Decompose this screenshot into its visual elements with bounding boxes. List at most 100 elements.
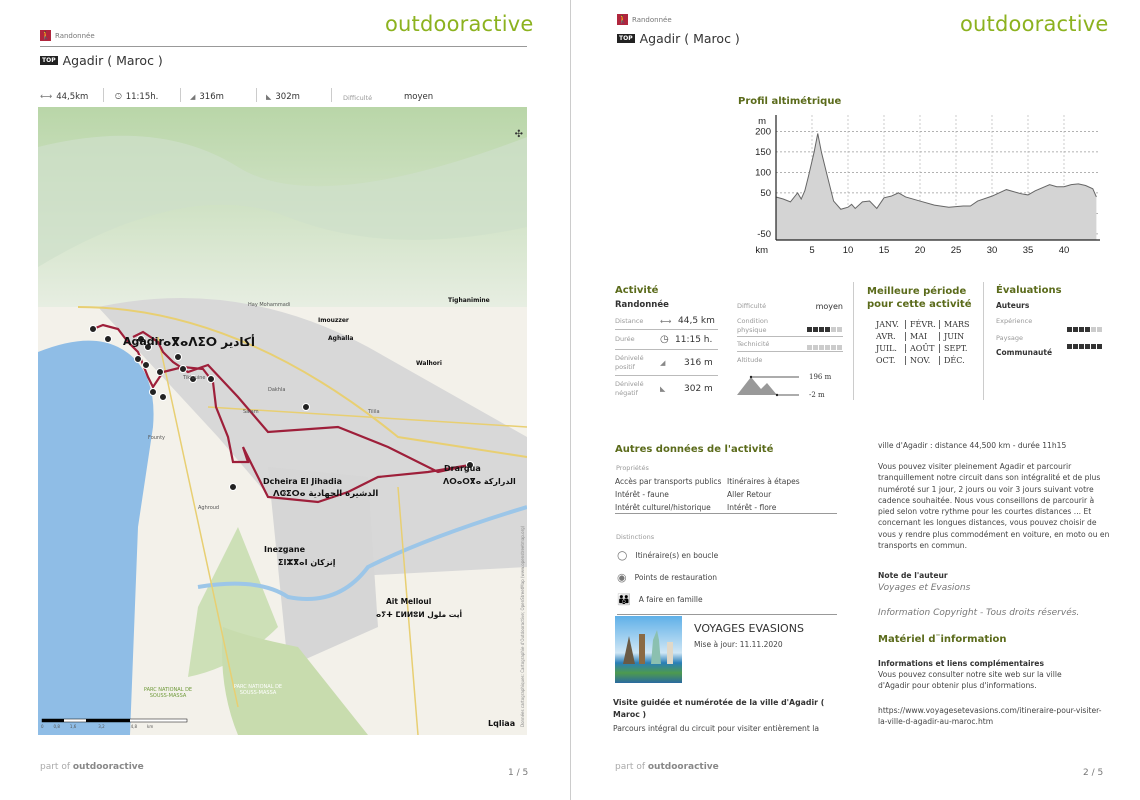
restaurant-icon: ◉ <box>617 570 627 584</box>
map-label-lqliaa: Lqliaa <box>488 719 516 728</box>
properties-list: Accès par transports publics Itinéraires … <box>615 477 837 514</box>
condition-rating <box>807 317 843 336</box>
family-icon: 👪︎ <box>617 592 631 606</box>
footer-prefix: part of <box>615 762 645 772</box>
rating-dot <box>837 327 842 332</box>
category-label: Randonnée <box>55 31 95 40</box>
map-label-drargua: Drargua <box>444 464 481 473</box>
duration-value: 11:15h. <box>125 92 159 102</box>
hiking-icon: 🚶 <box>617 14 628 25</box>
map-label-ait-melloul: Ait Melloul <box>386 597 432 606</box>
y-tick-label: 150 <box>755 147 771 158</box>
scale-tick: 3,2 <box>98 724 105 729</box>
stat-duration: 🕓︎ 11:15h. <box>115 92 158 102</box>
map-canvas <box>38 107 527 735</box>
hiking-icon: 🚶 <box>40 30 51 41</box>
activity-type: Randonnée <box>615 300 669 310</box>
scale-unit: km <box>147 724 154 729</box>
scale-bar <box>41 718 188 723</box>
activity-stats: Distance ⟷ 44,5 km Durée ◷ 11:15 h. Dénivelé… <box>615 313 718 402</box>
map-label-dcheira: Dcheira El Jihadia <box>263 477 343 486</box>
map-label-drargua-local: ⴷⵔⴰⵔⴳⴰ الدراركة <box>443 477 516 486</box>
map-label-park: PARC NATIONAL DE SOUSS-MASSA <box>143 687 193 699</box>
category-label: Randonnée <box>632 15 672 24</box>
x-axis-label: km <box>755 245 768 256</box>
footer-brand-name: outdooractive <box>72 762 144 772</box>
rating-dot <box>1073 327 1078 332</box>
page-number: 1 / 5 <box>508 768 529 778</box>
rating-dot <box>813 327 818 332</box>
loop-icon: ○ <box>617 548 628 562</box>
info-link[interactable]: https://www.voyagesetevasions.com/itiner… <box>878 705 1103 728</box>
stat-label: Dénivelé négatif <box>615 380 644 397</box>
map-label-ait-melloul-local: ⴰⵢⵜ ⵎⵍⵍⵓⵍ أيت ملول <box>376 610 463 619</box>
map-label: Salam <box>243 409 259 415</box>
rating-dot <box>837 344 842 350</box>
month-item: AVR. <box>876 332 906 341</box>
page-title: TOP Agadir ( Maroc ) <box>40 53 163 68</box>
description-continued: ville d'Agadir : distance 44,500 km - du… <box>878 441 1067 450</box>
rating-dot <box>1067 344 1072 349</box>
month-item: MARS <box>944 320 970 329</box>
route-map[interactable]: Agadir ⴰⴳⴰⴷⵉⵔ أكادير Dcheira El Jihadia … <box>38 107 527 735</box>
info-heading: Matériel d¨information <box>878 634 1007 645</box>
month-item: SEPT. <box>944 344 968 353</box>
rating-dot <box>813 344 818 350</box>
separator <box>103 88 104 102</box>
condition-label: Condition physique <box>737 317 769 334</box>
properties-label: Propriétés <box>616 464 649 472</box>
map-label: Walhori <box>416 360 442 367</box>
title-text: Agadir ( Maroc ) <box>62 53 163 68</box>
map-label-agadir: Agadir <box>123 335 164 348</box>
x-tick-label: 15 <box>879 245 890 256</box>
elevation-profile-chart: 200 150 100 50 -50 5 10 15 20 25 30 35 40 m km <box>755 115 1100 256</box>
column-divider <box>853 282 854 400</box>
title-text: Agadir ( Maroc ) <box>639 31 740 46</box>
separator <box>180 88 181 102</box>
distance-value: 44,5km <box>56 92 89 102</box>
map-label: Tikiouine <box>183 375 206 381</box>
arrows-horizontal-icon: ⟷ <box>660 316 672 326</box>
rating-dot <box>1079 327 1084 332</box>
descent-value: 302m <box>275 92 300 102</box>
property-item: Accès par transports publics <box>615 477 722 486</box>
property-item: Itinéraires à étapes <box>727 477 800 486</box>
technique-rating <box>807 335 843 354</box>
y-axis-label: m <box>758 116 766 127</box>
author-image <box>615 616 682 683</box>
technique-row: Technicité <box>737 337 843 352</box>
author-name[interactable]: VOYAGES EVASIONS <box>694 622 804 635</box>
rating-dot <box>1085 327 1090 332</box>
y-tick-label: 100 <box>755 167 771 178</box>
technique-label: Technicité <box>737 339 770 348</box>
rating-dot <box>819 344 824 350</box>
stat-row-duration: Durée ◷ 11:15 h. <box>615 330 718 350</box>
scale-tick: 0 <box>41 724 44 729</box>
ratings-community[interactable]: Communauté <box>996 348 1052 357</box>
x-tick-label: 30 <box>987 245 998 256</box>
property-item: Aller Retour <box>727 490 772 499</box>
author-note-label: Note de l'auteur <box>878 571 948 580</box>
properties-grid: Accès par transports publics Itinéraires … <box>615 477 837 513</box>
season-heading-1: Meilleure période <box>867 286 967 297</box>
page-number: 2 / 5 <box>1083 768 1104 778</box>
stat-value: 302 m <box>684 384 713 394</box>
distinctions-label: Distinctions <box>616 533 655 541</box>
copyright: Information Copyright - Tous droits rése… <box>878 608 1080 618</box>
rating-dot <box>825 344 830 350</box>
scale-tick: 0,8 <box>53 724 60 729</box>
season-months: JANV. FÉVR. MARS AVR. MAI JUIN JUIL. AOÛT SEPT. O… <box>876 320 976 365</box>
altitude-min: -2 m <box>809 391 825 399</box>
x-tick-label: 40 <box>1059 245 1070 256</box>
map-label: Aghalla <box>328 335 354 342</box>
x-tick-label: 35 <box>1023 245 1034 256</box>
scale-tick: 1,6 <box>69 724 77 729</box>
page-divider <box>570 0 571 800</box>
altitude-icon <box>737 375 799 397</box>
brand-logo: outdooractive <box>385 12 534 36</box>
footer-prefix: part of <box>40 762 70 772</box>
top-badge: TOP <box>40 56 58 65</box>
category: 🚶 Randonnée <box>40 30 95 41</box>
difficulty-label: Difficulté <box>737 302 767 310</box>
month-item: AOÛT <box>910 344 940 353</box>
